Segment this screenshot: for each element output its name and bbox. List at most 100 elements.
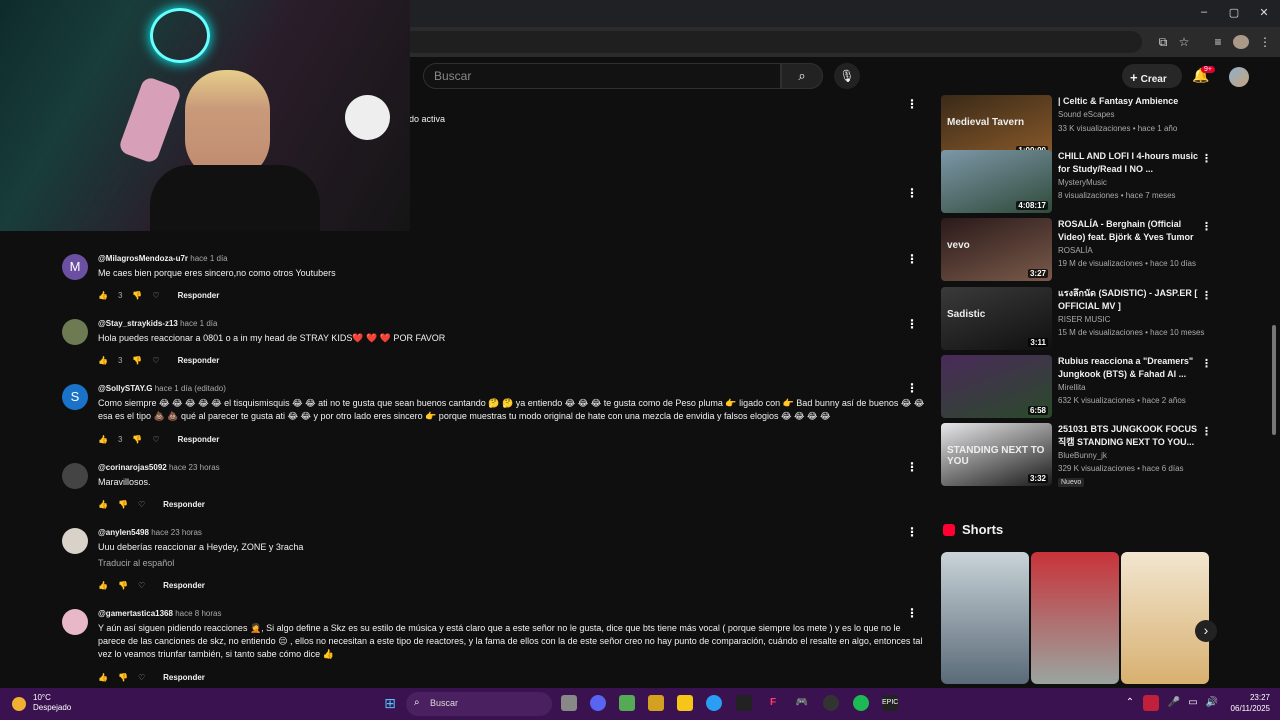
channel-name[interactable]: MysteryMusic xyxy=(1058,178,1107,187)
comment-author[interactable]: @corinarojas5092 xyxy=(98,463,167,472)
heart-icon[interactable]: ♡ xyxy=(138,500,145,509)
like-icon[interactable]: 👍 xyxy=(98,356,108,365)
account-avatar[interactable] xyxy=(1229,67,1249,87)
taskbar-search[interactable]: Buscar xyxy=(406,692,552,716)
reply-button[interactable]: Responder xyxy=(163,673,205,682)
short-thumbnail[interactable] xyxy=(1121,552,1209,684)
voice-search-button[interactable]: 🎙 xyxy=(834,63,860,89)
commenter-avatar[interactable] xyxy=(62,609,88,635)
weather-widget[interactable]: 10°C Despejado xyxy=(33,693,71,713)
reply-button[interactable]: Responder xyxy=(163,500,205,509)
gamepad-icon[interactable]: 🎮 xyxy=(794,695,810,711)
comment-author[interactable]: @anylen5498 xyxy=(98,528,149,537)
commenter-avatar[interactable]: S xyxy=(62,384,88,410)
video-thumbnail[interactable]: vevo 3:27 xyxy=(941,218,1052,281)
comment-time[interactable]: hace 1 día xyxy=(180,319,217,328)
epic-games-icon[interactable]: EPIC xyxy=(882,695,898,711)
tray-app-icon[interactable] xyxy=(1143,695,1159,711)
commenter-avatar[interactable]: M xyxy=(62,254,88,280)
comment-menu-button[interactable]: ⋮ xyxy=(906,97,918,111)
like-icon[interactable]: 👍 xyxy=(98,581,108,590)
volume-icon[interactable]: 🔊 xyxy=(1204,695,1220,711)
shorts-next-button[interactable]: › xyxy=(1195,620,1217,642)
comment-time[interactable]: hace 8 horas xyxy=(175,609,221,618)
windows-start-icon[interactable]: ⊞ xyxy=(382,695,398,711)
comment-time[interactable]: hace 23 horas xyxy=(169,463,220,472)
spotify-icon[interactable] xyxy=(853,695,869,711)
channel-name[interactable]: Sound eScapes xyxy=(1058,110,1115,119)
like-icon[interactable]: 👍 xyxy=(98,291,108,300)
media-controls-icon[interactable]: ≡ xyxy=(1210,35,1226,49)
commenter-avatar[interactable] xyxy=(62,528,88,554)
translate-link[interactable]: Traducir al español xyxy=(98,558,174,568)
search-input[interactable]: Buscar xyxy=(423,63,781,89)
steam-icon[interactable] xyxy=(823,695,839,711)
commenter-avatar[interactable] xyxy=(62,463,88,489)
reply-button[interactable]: Responder xyxy=(163,581,205,590)
like-icon[interactable]: 👍 xyxy=(98,435,108,444)
video-title[interactable]: | Celtic & Fantasy Ambience xyxy=(1058,95,1198,108)
video-title[interactable]: CHILL AND LOFI I 4-hours music for Study… xyxy=(1058,150,1198,176)
comment-time[interactable]: hace 1 día (editado) xyxy=(155,384,226,393)
comment-time[interactable]: hace 1 día xyxy=(190,254,227,263)
channel-name[interactable]: RISER MUSIC xyxy=(1058,315,1110,324)
obs-icon[interactable] xyxy=(736,695,752,711)
dislike-icon[interactable]: 👎 xyxy=(132,435,142,444)
address-bar[interactable] xyxy=(402,31,1142,53)
video-thumbnail[interactable]: 4:08:17 xyxy=(941,150,1052,213)
comment-author[interactable]: @MilagrosMendoza-u7r xyxy=(98,254,188,263)
close-window-button[interactable]: ✕ xyxy=(1256,6,1272,19)
like-icon[interactable]: 👍 xyxy=(98,500,108,509)
channel-name[interactable]: BlueBunny_jk xyxy=(1058,451,1107,460)
chrome-icon[interactable] xyxy=(706,695,722,711)
video-menu-button[interactable]: ⋮ xyxy=(1201,425,1212,438)
app-icon[interactable] xyxy=(648,695,664,711)
dislike-icon[interactable]: 👎 xyxy=(118,673,128,682)
minimize-button[interactable]: – xyxy=(1196,6,1212,18)
install-app-icon[interactable]: ⧉ xyxy=(1155,35,1171,49)
app-icon[interactable]: F xyxy=(765,695,781,711)
like-icon[interactable]: 👍 xyxy=(98,673,108,682)
video-menu-button[interactable]: ⋮ xyxy=(1201,152,1212,165)
comment-menu-button[interactable]: ⋮ xyxy=(906,606,918,620)
heart-icon[interactable]: ♡ xyxy=(152,291,159,300)
commenter-avatar[interactable] xyxy=(62,319,88,345)
bookmark-star-icon[interactable]: ☆ xyxy=(1176,35,1192,49)
video-title[interactable]: แรงลึกนัด (SADISTIC) - JASP.ER [ OFFICIA… xyxy=(1058,287,1198,313)
reply-button[interactable]: Responder xyxy=(178,291,220,300)
video-menu-button[interactable]: ⋮ xyxy=(1201,289,1212,302)
video-menu-button[interactable]: ⋮ xyxy=(1201,357,1212,370)
dislike-icon[interactable]: 👎 xyxy=(118,581,128,590)
recommended-video[interactable]: 4:08:17 CHILL AND LOFI I 4-hours music fo… xyxy=(941,150,1212,216)
comment-author[interactable]: @gamertastica1368 xyxy=(98,609,173,618)
channel-name[interactable]: Mirellita xyxy=(1058,383,1086,392)
microphone-tray-icon[interactable]: 🎤 xyxy=(1166,695,1182,711)
short-thumbnail[interactable] xyxy=(1031,552,1119,684)
maximize-button[interactable]: ▢ xyxy=(1226,6,1242,19)
comment-author[interactable]: @Stay_straykids-z13 xyxy=(98,319,178,328)
heart-icon[interactable]: ♡ xyxy=(138,673,145,682)
comment-menu-button[interactable]: ⋮ xyxy=(906,252,918,266)
video-thumbnail[interactable]: 6:58 xyxy=(941,355,1052,418)
profile-icon[interactable] xyxy=(1233,35,1249,49)
short-thumbnail[interactable] xyxy=(941,552,1029,684)
dislike-icon[interactable]: 👎 xyxy=(132,291,142,300)
comment-menu-button[interactable]: ⋮ xyxy=(906,460,918,474)
heart-icon[interactable]: ♡ xyxy=(138,581,145,590)
search-button[interactable]: ⌕ xyxy=(781,63,823,89)
reply-button[interactable]: Responder xyxy=(178,435,220,444)
comment-menu-button[interactable]: ⋮ xyxy=(906,381,918,395)
video-title[interactable]: ROSALÍA - Berghain (Official Video) feat… xyxy=(1058,218,1198,244)
reply-button[interactable]: Responder xyxy=(178,356,220,365)
video-menu-button[interactable]: ⋮ xyxy=(1201,220,1212,233)
dislike-icon[interactable]: 👎 xyxy=(118,500,128,509)
recommended-video[interactable]: vevo 3:27 ROSALÍA - Berghain (Official Vid… xyxy=(941,218,1212,284)
video-thumbnail[interactable]: Medieval Tavern1:00:00 xyxy=(941,95,1052,158)
video-thumbnail[interactable]: STANDING NEXT TO YOU 3:32 xyxy=(941,423,1052,486)
recommended-video[interactable]: 6:58 Rubius reacciona a "Dreamers" Jungko… xyxy=(941,355,1212,421)
taskbar-clock[interactable]: 23:27 06/11/2025 xyxy=(1224,692,1270,714)
heart-icon[interactable]: ♡ xyxy=(152,356,159,365)
video-thumbnail[interactable]: Sadistic 3:11 xyxy=(941,287,1052,350)
channel-name[interactable]: ROSALÍA xyxy=(1058,246,1093,255)
discord-icon[interactable] xyxy=(590,695,606,711)
